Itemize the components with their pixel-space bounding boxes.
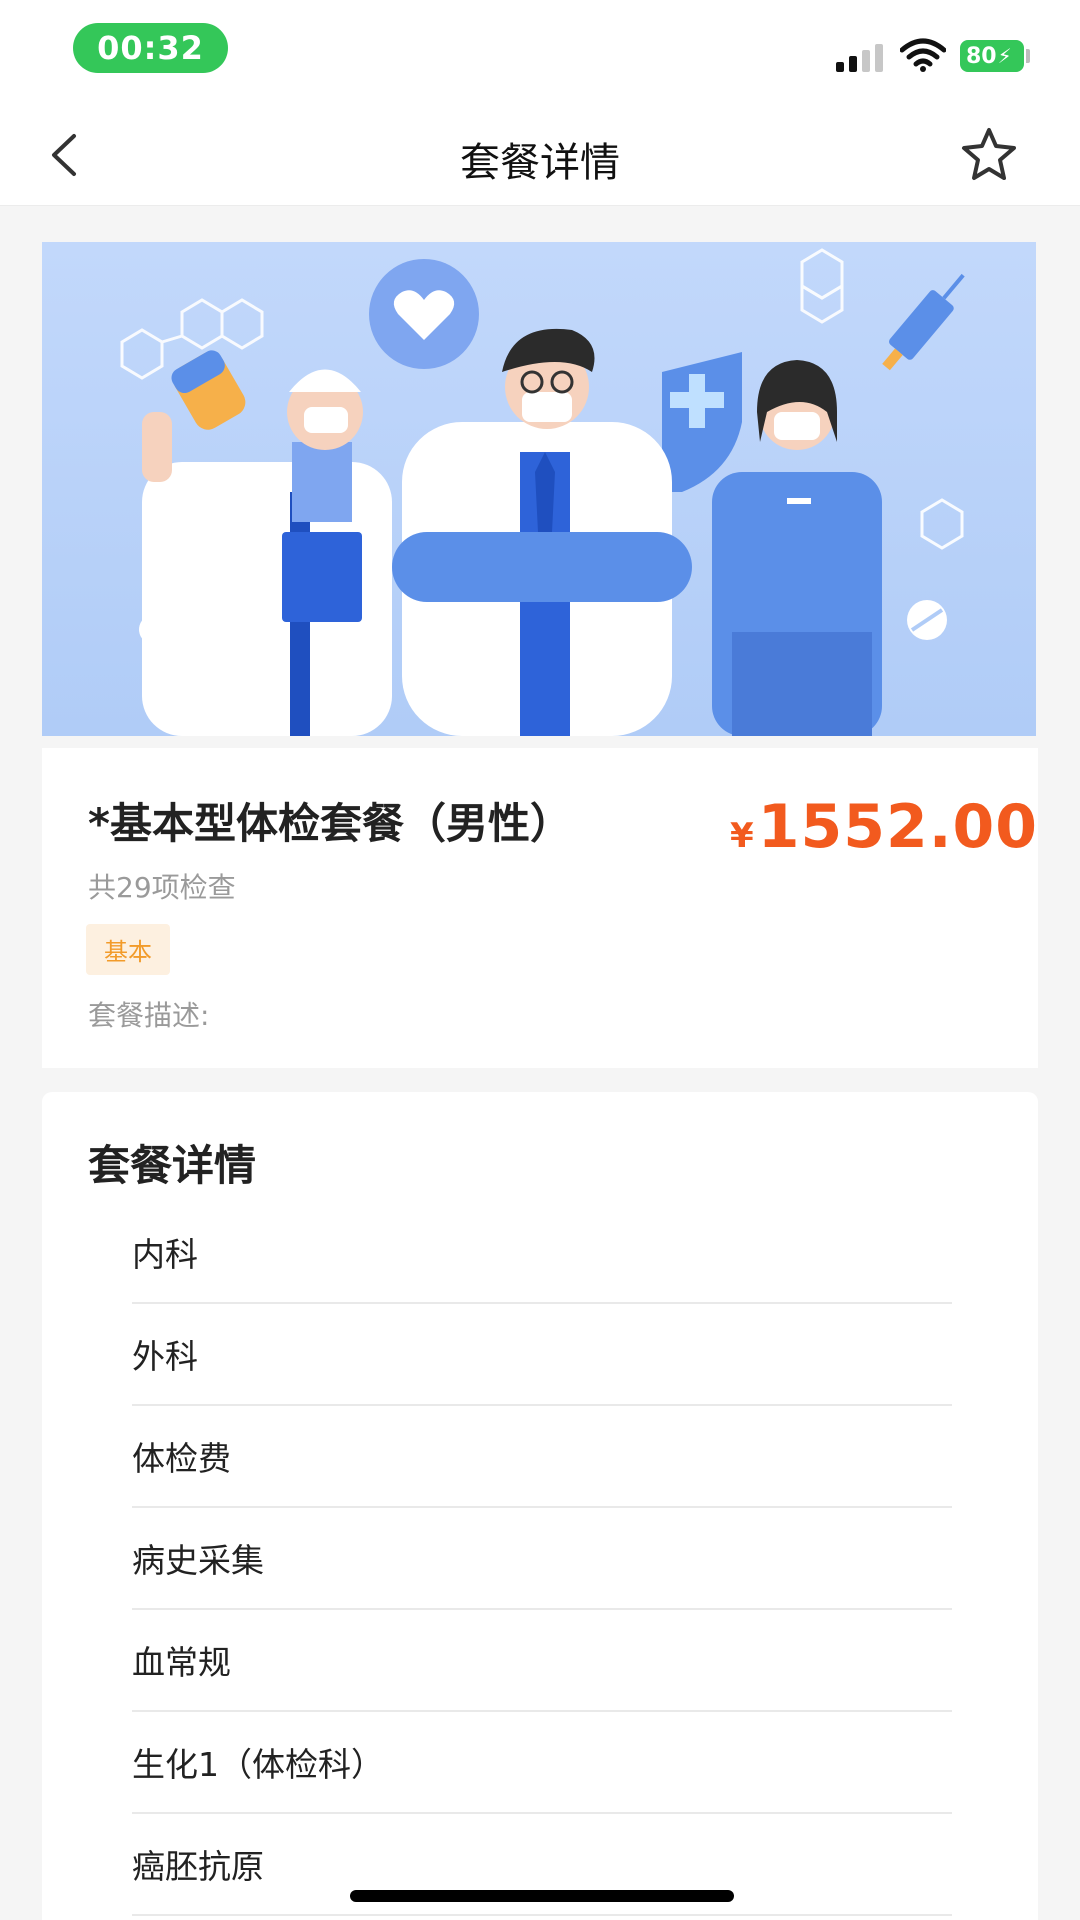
list-item[interactable]: 血常规: [132, 1610, 952, 1712]
battery-charging-icon: 80 ⚡: [960, 40, 1024, 72]
price-amount: 1552.00: [757, 792, 1038, 862]
package-title: *基本型体检套餐（男性）: [88, 799, 572, 848]
doctors-illustration: [42, 242, 1036, 736]
list-item[interactable]: 病史采集: [132, 1508, 952, 1610]
page-title: 套餐详情: [460, 140, 620, 186]
battery-cap: [1026, 49, 1030, 63]
package-summary-card: *基本型体检套餐（男性） ¥ 1552.00 共29项检查 基本 套餐描述:: [42, 748, 1038, 1068]
nav-bar: 套餐详情: [0, 100, 1080, 206]
item-count: 共29项检查: [88, 871, 236, 904]
star-outline-icon[interactable]: [960, 126, 1018, 182]
package-price: ¥ 1552.00: [730, 792, 1038, 862]
signal-icon: [836, 44, 883, 72]
list-item[interactable]: 体检费: [132, 1406, 952, 1508]
details-section-title: 套餐详情: [88, 1141, 257, 1190]
bolt-icon: ⚡: [997, 44, 1012, 68]
wifi-icon: [900, 38, 946, 72]
status-bar: 00:32 80 ⚡: [0, 0, 1080, 100]
package-tag-badge: 基本: [86, 924, 170, 975]
list-item[interactable]: 外科: [132, 1304, 952, 1406]
package-details-card: 套餐详情 内科 外科 体检费 病史采集 血常规 生化1（体检科） 癌胚抗原: [42, 1092, 1038, 1920]
package-description-label: 套餐描述:: [88, 999, 210, 1032]
currency-symbol: ¥: [730, 816, 754, 856]
home-indicator[interactable]: [350, 1890, 734, 1902]
list-item[interactable]: 内科: [132, 1202, 952, 1304]
banner-art: [120, 248, 965, 736]
detail-list: 内科 外科 体检费 病史采集 血常规 生化1（体检科） 癌胚抗原: [132, 1202, 952, 1916]
status-time: 00:32: [73, 23, 228, 73]
battery-level: 80: [966, 43, 997, 69]
list-item[interactable]: 生化1（体检科）: [132, 1712, 952, 1814]
